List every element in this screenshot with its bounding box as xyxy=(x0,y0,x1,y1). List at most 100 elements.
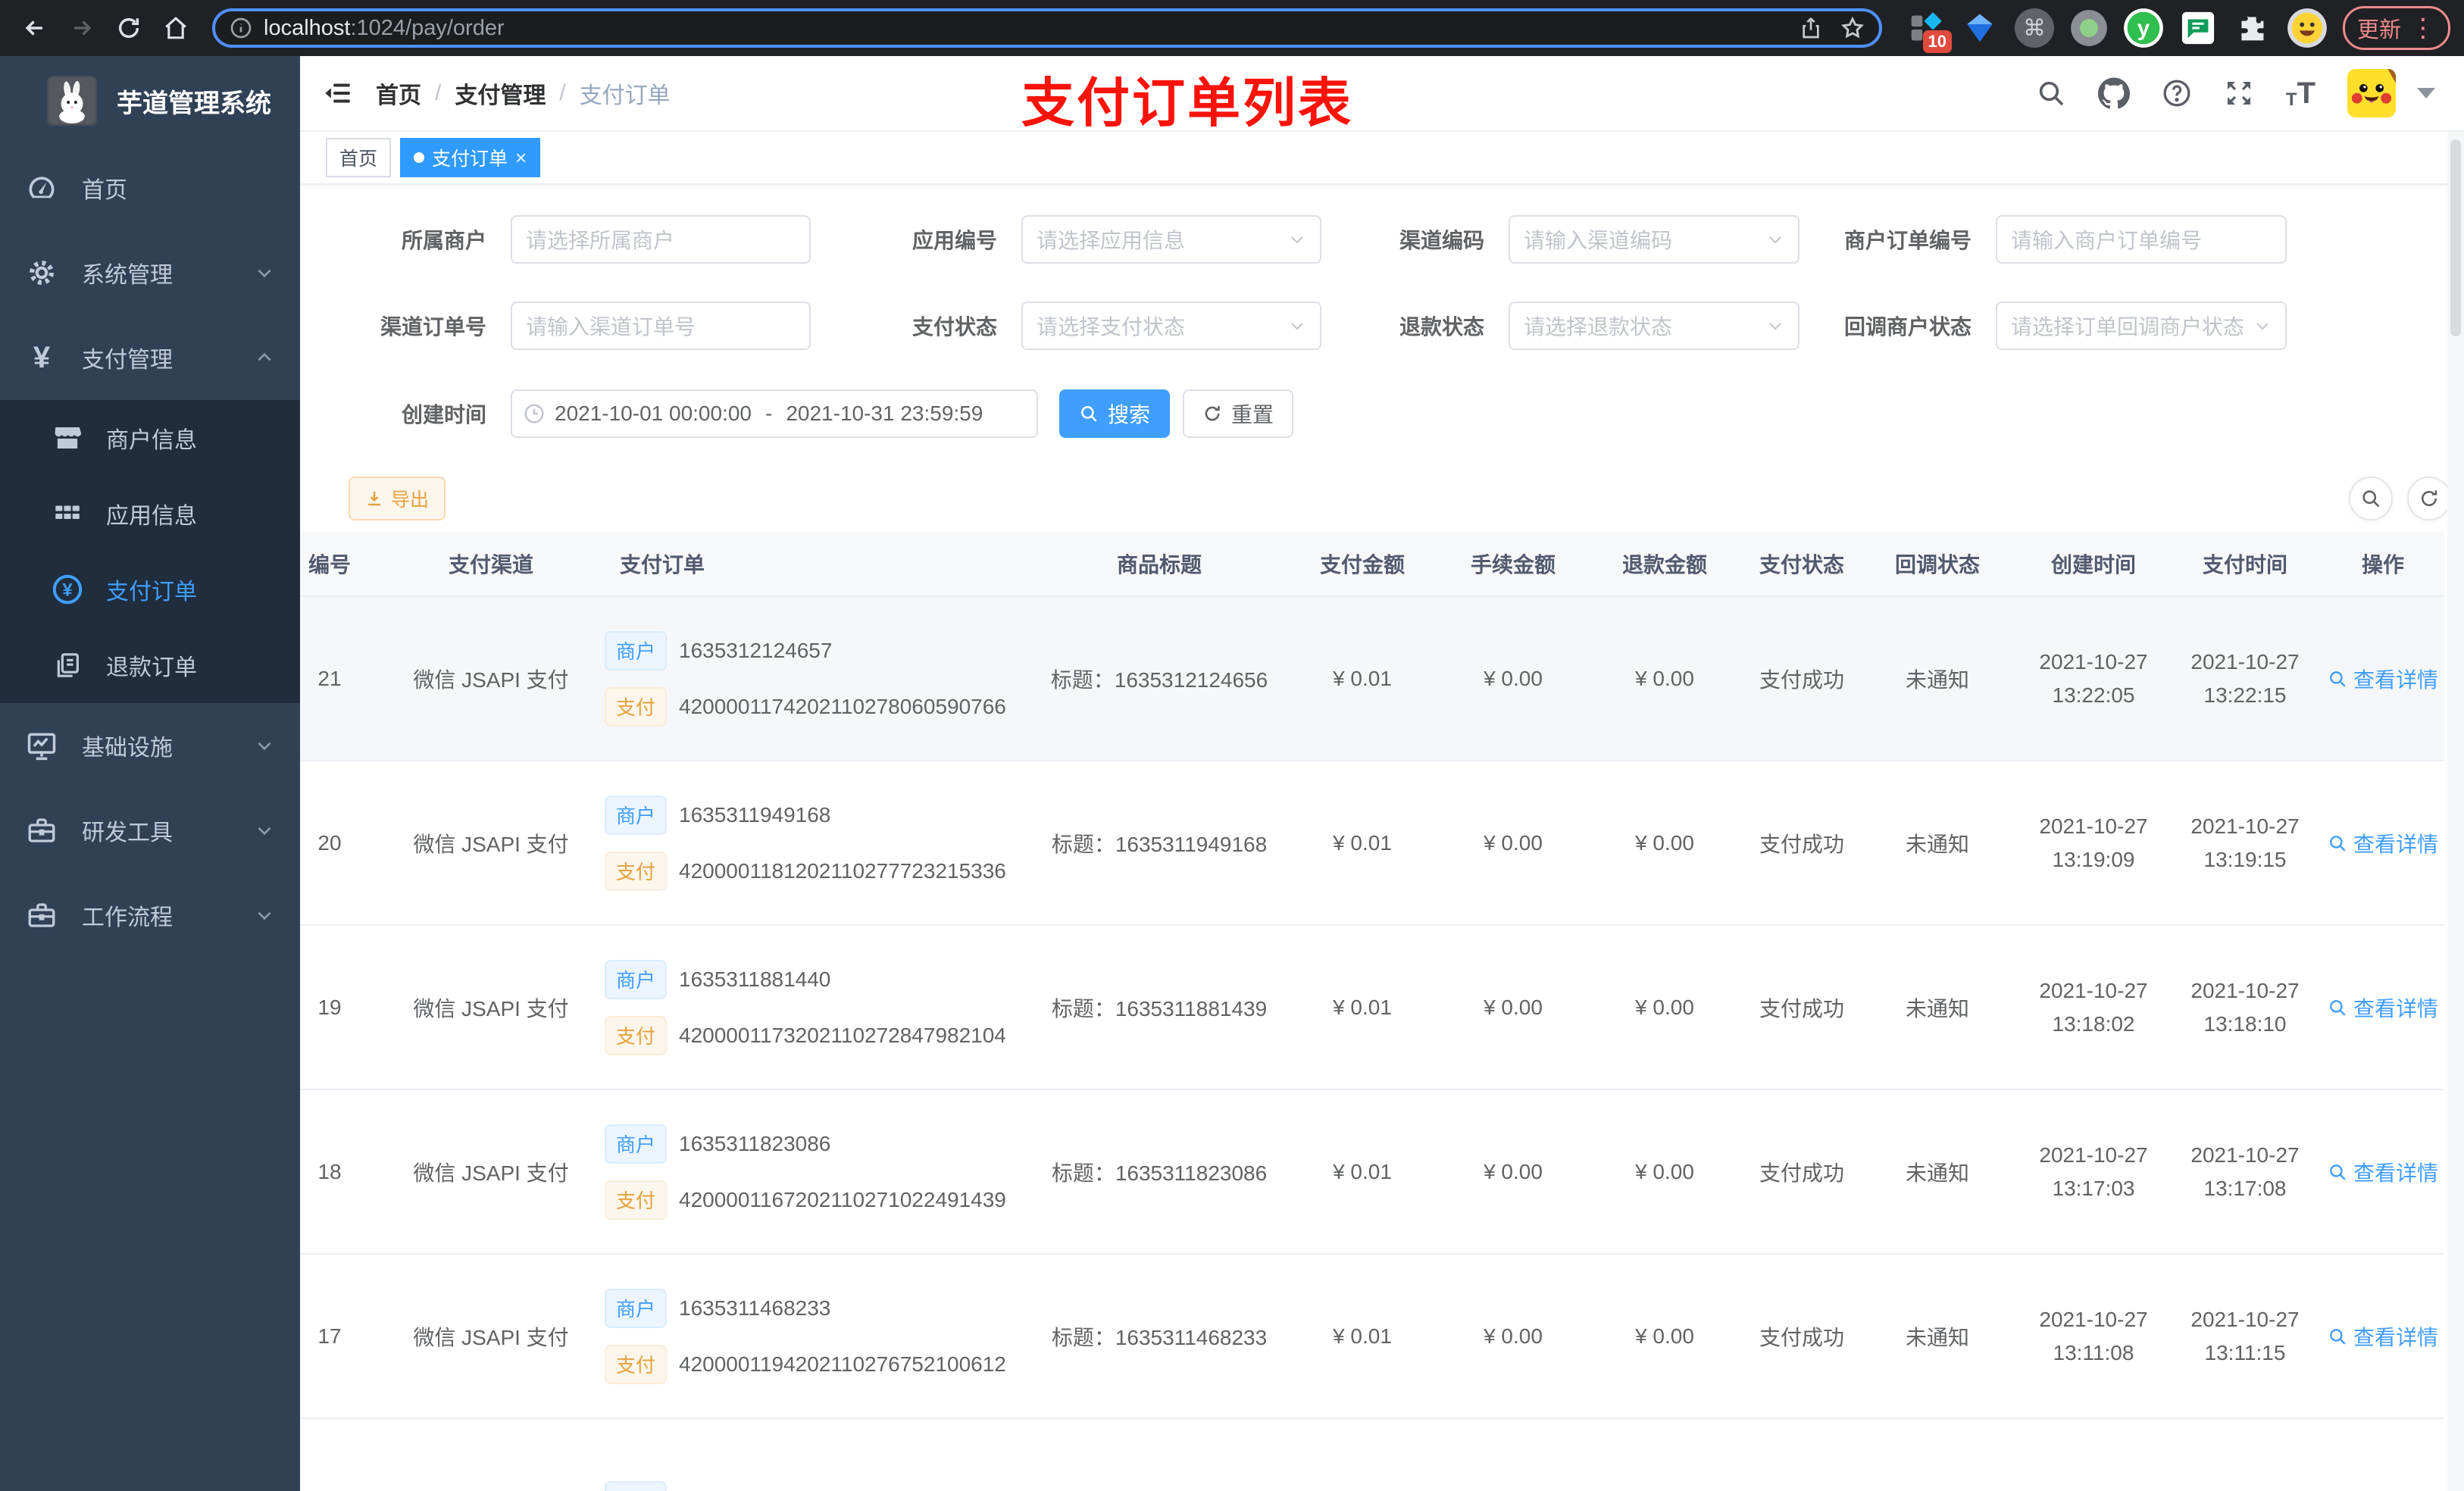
search-button[interactable]: 搜索 xyxy=(1059,389,1171,438)
sidebar-item-label: 基础设施 xyxy=(82,736,173,761)
extension-grid-icon[interactable]: 10 xyxy=(1903,6,1952,53)
chevron-down-icon xyxy=(255,263,274,283)
merchant-tag: 商户 xyxy=(605,1288,668,1328)
user-avatar[interactable] xyxy=(2347,69,2396,117)
table-row-partial: 商户 1635311054796 xyxy=(300,1419,2444,1491)
view-detail-link[interactable]: 查看详情 xyxy=(2328,1321,2438,1352)
breadcrumb-separator: / xyxy=(559,80,566,105)
pay-tag: 支付 xyxy=(605,1344,668,1384)
view-detail-link[interactable]: 查看详情 xyxy=(2328,828,2438,858)
clock-icon xyxy=(523,402,546,425)
cell-title: 标题：1635311468233 xyxy=(1051,1325,1268,1349)
cell-fee: ¥ 0.00 xyxy=(1484,830,1543,855)
cell-status: 支付成功 xyxy=(1759,996,1844,1021)
extension-record-icon[interactable] xyxy=(2067,6,2111,50)
dashboard-icon xyxy=(23,171,61,205)
view-detail-link[interactable]: 查看详情 xyxy=(2328,1157,2438,1187)
col-header-status: 支付状态 xyxy=(1759,553,1844,577)
cell-title: 标题：1635311823086 xyxy=(1051,1161,1268,1185)
channel-code-select[interactable]: 请输入渠道编码 xyxy=(1509,215,1800,264)
scrollbar-thumb[interactable] xyxy=(2450,139,2461,336)
browser-forward-button[interactable] xyxy=(61,7,103,49)
export-button[interactable]: 导出 xyxy=(349,477,446,520)
toolbox-icon xyxy=(23,814,61,846)
browser-home-button[interactable] xyxy=(155,7,197,49)
sidebar-item-workflow[interactable]: 工作流程 xyxy=(0,873,300,958)
breadcrumb: 首页 / 支付管理 / 支付订单 xyxy=(376,77,671,110)
cell-created: 2021-10-27 13:18:02 xyxy=(2039,978,2148,1036)
app-select[interactable]: 请选择应用信息 xyxy=(1021,215,1321,264)
cell-fee: ¥ 0.00 xyxy=(1484,1324,1543,1348)
sidebar-item-label: 支付管理 xyxy=(82,348,173,373)
site-info-icon[interactable] xyxy=(229,16,253,40)
font-size-icon[interactable]: TT xyxy=(2286,77,2315,111)
refund-status-select[interactable]: 请选择退款状态 xyxy=(1509,302,1800,350)
refresh-table-button[interactable] xyxy=(2407,477,2451,520)
sidebar-item-merchant-info[interactable]: 商户信息 xyxy=(0,400,300,476)
toggle-search-button[interactable] xyxy=(2349,477,2393,520)
browser-profile-avatar[interactable] xyxy=(2285,6,2329,50)
close-tab-icon[interactable]: × xyxy=(515,148,527,167)
search-icon[interactable] xyxy=(2036,78,2066,108)
avatar-dropdown-caret-icon[interactable] xyxy=(2417,88,2435,98)
extension-kite-icon[interactable] xyxy=(1958,6,2002,50)
page-scrollbar[interactable] xyxy=(2447,132,2464,1491)
browser-update-button[interactable]: 更新 ⋮ xyxy=(2342,6,2450,50)
cell-refund: ¥ 0.00 xyxy=(1635,995,1694,1019)
sidebar-logo[interactable]: 芋道管理系统 xyxy=(0,56,300,145)
cell-created: 2021-10-27 13:17:03 xyxy=(2039,1142,2148,1200)
channel-order-no-input[interactable]: 请输入渠道订单号 xyxy=(511,302,811,350)
view-detail-link[interactable]: 查看详情 xyxy=(2328,992,2438,1023)
sidebar-item-pay-order[interactable]: ¥ 支付订单 xyxy=(0,552,300,627)
breadcrumb-payment[interactable]: 支付管理 xyxy=(455,77,546,110)
extension-command-icon[interactable]: ⌘ xyxy=(2012,6,2056,50)
github-icon[interactable] xyxy=(2097,77,2130,109)
magnifier-icon xyxy=(2330,835,2346,852)
merchant-order-no: 1635311823086 xyxy=(679,1131,831,1155)
gear-icon xyxy=(23,256,61,289)
breadcrumb-home[interactable]: 首页 xyxy=(376,77,421,110)
tab-home[interactable]: 首页 xyxy=(326,138,392,177)
document-copy-icon xyxy=(48,650,86,680)
active-tab-dot-icon xyxy=(414,152,425,163)
fullscreen-icon[interactable] xyxy=(2224,78,2254,108)
extension-yudao-icon[interactable]: y xyxy=(2122,6,2165,50)
sidebar-item-dev-tools[interactable]: 研发工具 xyxy=(0,788,300,873)
browser-reload-button[interactable] xyxy=(108,7,150,49)
browser-back-button[interactable] xyxy=(14,7,56,49)
cell-paid: 2021-10-27 13:19:15 xyxy=(2190,814,2300,871)
cell-id: 17 xyxy=(317,1324,342,1348)
notify-status-select[interactable]: 请选择订单回调商户状态 xyxy=(1996,302,2287,350)
sidebar-collapse-icon[interactable] xyxy=(323,78,353,108)
help-icon[interactable] xyxy=(2162,78,2192,108)
reset-button[interactable]: 重置 xyxy=(1183,389,1294,438)
pay-order-no: 4200001174202110278060590766 xyxy=(679,694,1006,718)
view-detail-link[interactable]: 查看详情 xyxy=(2328,664,2438,694)
pay-status-select[interactable]: 请选择支付状态 xyxy=(1021,302,1321,350)
merchant-order-no-input[interactable]: 请输入商户订单编号 xyxy=(1996,215,2287,264)
sidebar-item-app-info[interactable]: 应用信息 xyxy=(0,476,300,552)
tab-pay-order[interactable]: 支付订单 × xyxy=(400,138,541,177)
bookmark-star-icon[interactable] xyxy=(1840,15,1865,41)
cell-notify: 未通知 xyxy=(1905,1325,1969,1349)
sidebar-item-refund-order[interactable]: 退款订单 xyxy=(0,627,300,703)
filter-field-notify-status: 回调商户状态 请选择订单回调商户状态 xyxy=(1820,302,2287,350)
extensions-puzzle-icon[interactable] xyxy=(2231,6,2275,50)
sidebar-item-system[interactable]: 系统管理 xyxy=(0,230,300,315)
pay-order-no: 4200001167202110271022491439 xyxy=(679,1187,1006,1211)
back-arrow-icon xyxy=(25,20,42,36)
browser-menu-dots-icon[interactable]: ⋮ xyxy=(2410,13,2436,43)
col-header-created: 创建时间 xyxy=(2050,553,2136,577)
filter-label: 创建时间 xyxy=(401,403,486,427)
url-text: localhost:1024/pay/order xyxy=(264,15,505,40)
sidebar-item-infra[interactable]: 基础设施 xyxy=(0,703,300,788)
sidebar-item-payment[interactable]: ¥ 支付管理 xyxy=(0,315,300,400)
share-icon[interactable] xyxy=(1799,16,1823,40)
sidebar-item-home[interactable]: 首页 xyxy=(0,145,300,230)
address-bar[interactable]: localhost:1024/pay/order xyxy=(212,8,1882,48)
date-range-input[interactable]: 2021-10-01 00:00:00 - 2021-10-31 23:59:5… xyxy=(511,389,1038,438)
extension-chat-icon[interactable] xyxy=(2176,6,2220,50)
download-icon xyxy=(365,489,383,508)
cell-refund: ¥ 0.00 xyxy=(1635,666,1694,690)
merchant-input[interactable]: 请选择所属商户 xyxy=(511,215,811,264)
